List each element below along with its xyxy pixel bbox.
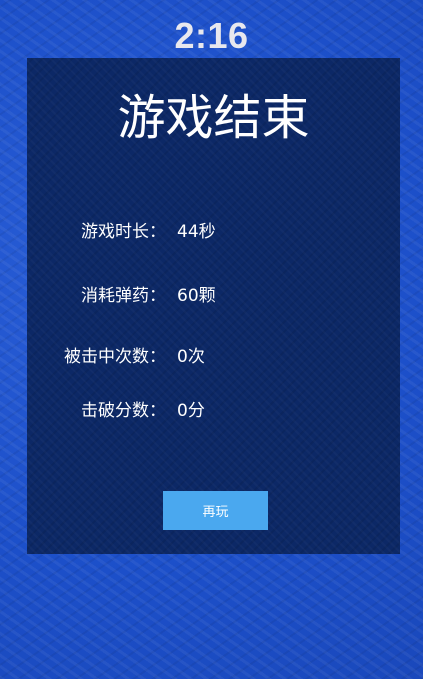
stat-value: 0分 bbox=[177, 401, 205, 421]
game-over-title: 游戏结束 bbox=[117, 90, 310, 146]
stat-value: 44秒 bbox=[177, 222, 216, 242]
stat-label: 游戏时长： bbox=[81, 222, 166, 242]
stat-play-time: 游戏时长： 44秒 bbox=[0, 218, 423, 246]
replay-button[interactable]: 再玩 bbox=[163, 491, 268, 530]
stat-label: 消耗弹药： bbox=[81, 286, 166, 306]
countdown-timer: 2:16 bbox=[174, 15, 249, 56]
stat-value: 60颗 bbox=[177, 286, 216, 306]
stat-label: 击破分数： bbox=[81, 401, 166, 421]
stat-value: 0次 bbox=[177, 347, 205, 367]
stat-ammo-used: 消耗弹药： 60颗 bbox=[0, 282, 423, 310]
stat-times-hit: 被击中次数： 0次 bbox=[0, 343, 423, 371]
stat-score: 击破分数： 0分 bbox=[0, 397, 423, 425]
stat-label: 被击中次数： bbox=[64, 347, 166, 367]
